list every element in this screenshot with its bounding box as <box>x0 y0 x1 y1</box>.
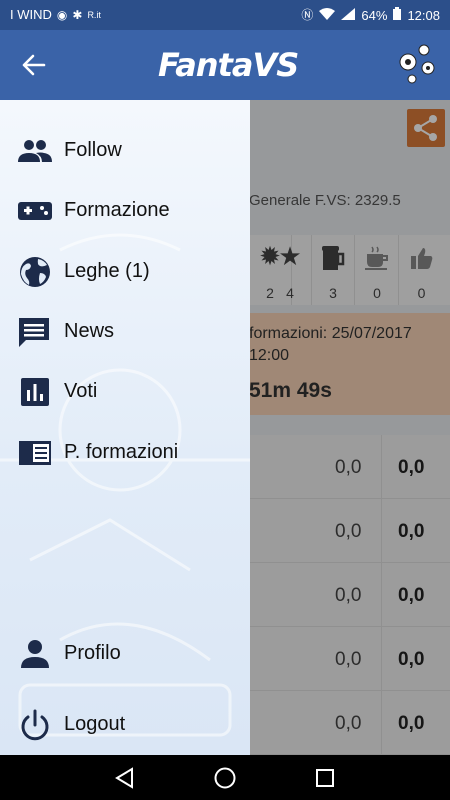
drawer-item-label: Voti <box>64 380 98 402</box>
status-bar: I WIND ◉ ✱ R.it Ⓝ 64% 12:08 <box>0 0 450 30</box>
drawer-item-formazione[interactable]: Formazione <box>0 183 250 239</box>
drawer-item-label: News <box>64 320 115 342</box>
drawer-item-leghe[interactable]: Leghe (1) <box>0 244 250 300</box>
nfc-icon: Ⓝ <box>301 8 314 22</box>
arrow-back-icon[interactable] <box>16 50 52 80</box>
carrier-text: I WIND <box>10 7 52 22</box>
power-icon <box>18 709 52 741</box>
battery-icon <box>393 7 402 23</box>
drawer-item-label: Profilo <box>64 642 121 664</box>
drawer-item-label: Follow <box>64 139 122 161</box>
notification-label: R.it <box>87 9 101 20</box>
drawer-item-p-formazioni[interactable]: P. formazioni <box>0 425 250 481</box>
whatsapp-icon: ◉ <box>56 7 68 22</box>
app-bar: FantaVS <box>0 30 450 100</box>
nav-home-icon[interactable] <box>212 765 238 791</box>
people-icon <box>18 135 52 167</box>
drawer-item-label: P. formazioni <box>64 441 179 463</box>
drawer-item-label: Leghe (1) <box>64 260 150 282</box>
navigation-drawer: Follow Formazione Leghe (1) News Voti P.… <box>0 100 250 755</box>
soccer-balls-icon[interactable] <box>398 44 436 84</box>
wifi-icon <box>319 7 336 23</box>
clock: 12:08 <box>407 7 440 23</box>
person-icon <box>18 638 52 670</box>
gamepad-icon <box>18 195 52 227</box>
drawer-item-label: Formazione <box>64 199 170 221</box>
signal-icon <box>341 7 356 23</box>
drawer-item-profilo[interactable]: Profilo <box>0 626 250 682</box>
bar-chart-icon <box>18 376 52 408</box>
battery-percent: 64% <box>361 7 388 23</box>
drawer-item-news[interactable]: News <box>0 304 250 360</box>
globe-icon <box>18 256 52 288</box>
bluetooth-notification-icon: ✱ <box>72 7 83 22</box>
chat-icon <box>18 316 52 348</box>
drawer-item-label: Logout <box>64 713 126 735</box>
app-logo: FantaVS <box>158 46 299 84</box>
nav-recents-icon[interactable] <box>312 765 338 791</box>
drawer-item-voti[interactable]: Voti <box>0 364 250 420</box>
nav-back-icon[interactable] <box>112 765 138 791</box>
drawer-item-logout[interactable]: Logout <box>0 697 250 753</box>
drawer-item-follow[interactable]: Follow <box>0 123 250 179</box>
system-nav-bar <box>0 755 450 800</box>
document-icon <box>18 437 52 469</box>
